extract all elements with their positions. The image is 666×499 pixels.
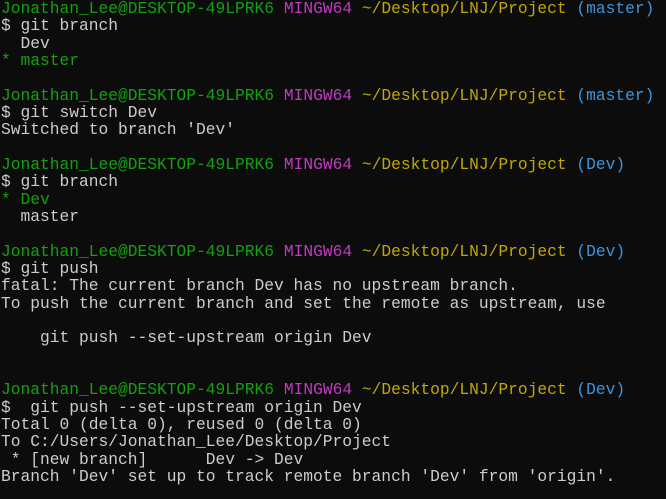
prompt-env: MINGW64 (283, 241, 353, 261)
output-text: Switched to branch 'Dev' (1, 120, 236, 140)
prompt-path: ~/Desktop/LNJ/Project (361, 85, 567, 105)
command-text: $ git switch Dev (1, 102, 158, 122)
prompt-line: Jonathan_Lee@DESKTOP-49LPRK6 MINGW64 ~/D… (1, 0, 666, 17)
output-line: * [new branch] Dev -> Dev (1, 449, 666, 469)
output-text: git push --set-upstream origin Dev (1, 328, 372, 348)
command-text: $ git push --set-upstream origin Dev (1, 397, 362, 417)
prompt-user-host: Jonathan_Lee@DESKTOP-49LPRK6 (1, 0, 275, 18)
command-text: $ git push (1, 258, 99, 278)
current-branch-line: * Dev (1, 189, 666, 209)
output-line: fatal: The current branch Dev has no ups… (1, 277, 666, 294)
prompt-env: MINGW64 (283, 0, 353, 18)
prompt-user-host: Jonathan_Lee@DESKTOP-49LPRK6 (1, 154, 275, 174)
command-line: $ git branch (1, 17, 666, 34)
command-line: $ git push --set-upstream origin Dev (1, 397, 666, 417)
prompt-branch: (Dev) (576, 380, 626, 400)
command-text: $ git branch (1, 16, 119, 36)
output-text: Total 0 (delta 0), reused 0 (delta 0) (1, 414, 362, 434)
output-text: To C:/Users/Jonathan_Lee/Desktop/Project (1, 432, 392, 452)
output-line: To push the current branch and set the r… (1, 293, 666, 313)
prompt-path: ~/Desktop/LNJ/Project (361, 380, 567, 400)
output-text: To push the current branch and set the r… (1, 293, 606, 313)
prompt-env: MINGW64 (283, 380, 353, 400)
output-text: * master (1, 50, 80, 70)
prompt-user-host: Jonathan_Lee@DESKTOP-49LPRK6 (1, 380, 275, 400)
output-text: * Dev (1, 189, 50, 209)
output-line: git push --set-upstream origin Dev (1, 329, 666, 346)
output-line: Dev (1, 33, 666, 53)
prompt-path: ~/Desktop/LNJ/Project (361, 241, 567, 261)
output-line: Total 0 (delta 0), reused 0 (delta 0) (1, 416, 666, 433)
prompt-path: ~/Desktop/LNJ/Project (361, 154, 567, 174)
output-line: master (1, 208, 666, 225)
output-text: fatal: The current branch Dev has no ups… (1, 276, 518, 296)
prompt-branch: (Dev) (576, 154, 626, 174)
command-line: $ git switch Dev (1, 104, 666, 121)
command-text: $ git branch (1, 172, 119, 192)
prompt-env: MINGW64 (283, 154, 353, 174)
output-text: master (1, 206, 80, 226)
prompt-line: Jonathan_Lee@DESKTOP-49LPRK6 MINGW64 ~/D… (1, 241, 666, 261)
terminal-output[interactable]: Jonathan_Lee@DESKTOP-49LPRK6 MINGW64 ~/D… (1, 0, 666, 499)
prompt-user-host: Jonathan_Lee@DESKTOP-49LPRK6 (1, 241, 275, 261)
prompt-env: MINGW64 (283, 85, 353, 105)
prompt-line: Jonathan_Lee@DESKTOP-49LPRK6 MINGW64 ~/D… (1, 85, 666, 105)
output-text: * [new branch] Dev -> Dev (1, 449, 304, 469)
command-line: $ git push (1, 260, 666, 277)
prompt-path: ~/Desktop/LNJ/Project (361, 0, 567, 18)
prompt-line: Jonathan_Lee@DESKTOP-49LPRK6 MINGW64 ~/D… (1, 156, 666, 173)
current-branch-line: * master (1, 52, 666, 69)
prompt-user-host: Jonathan_Lee@DESKTOP-49LPRK6 (1, 85, 275, 105)
output-line: Branch 'Dev' set up to track remote bran… (1, 468, 666, 485)
output-text: Dev (1, 33, 50, 53)
prompt-branch: (master) (576, 0, 655, 18)
prompt-line: Jonathan_Lee@DESKTOP-49LPRK6 MINGW64 ~/D… (1, 381, 666, 398)
output-line: Switched to branch 'Dev' (1, 121, 666, 138)
output-text: Branch 'Dev' set up to track remote bran… (1, 466, 616, 486)
command-line: $ git branch (1, 173, 666, 190)
output-line: To C:/Users/Jonathan_Lee/Desktop/Project (1, 433, 666, 450)
prompt-branch: (master) (576, 85, 655, 105)
prompt-branch: (Dev) (576, 241, 626, 261)
